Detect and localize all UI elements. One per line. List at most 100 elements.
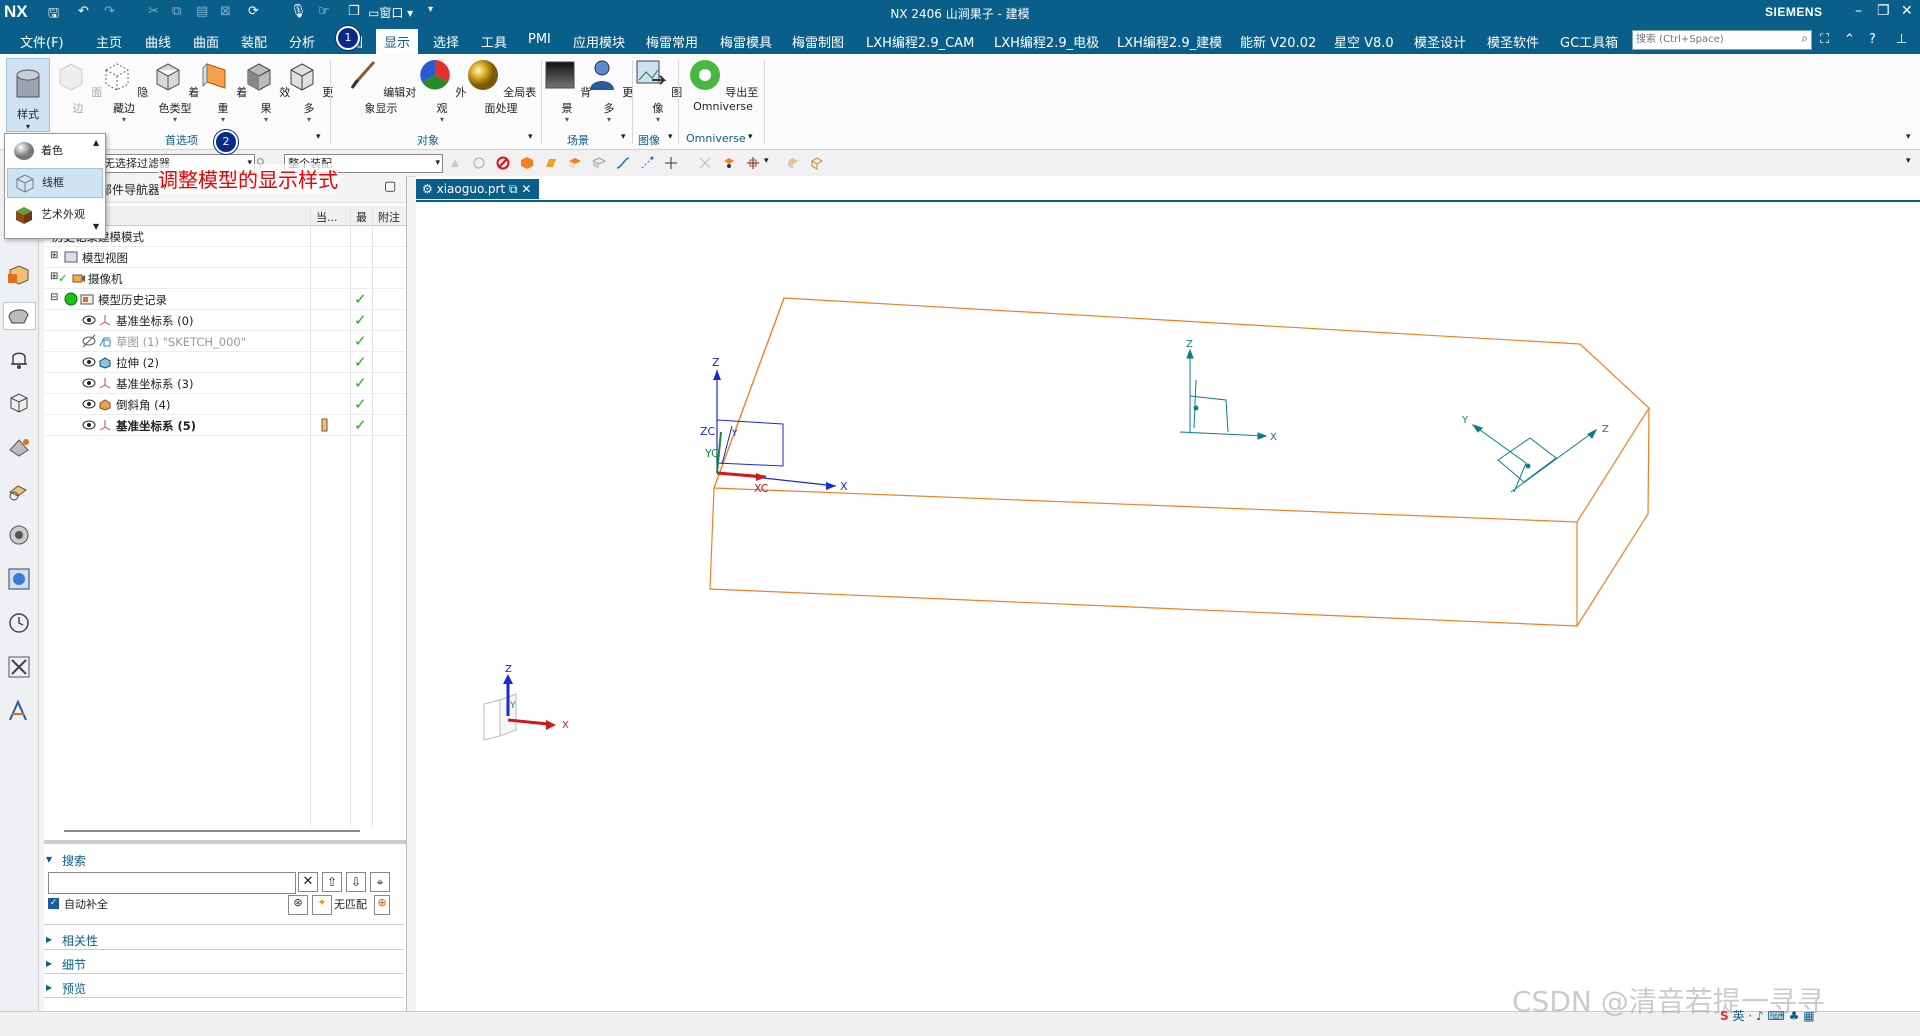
restore-icon[interactable]: ❐ [1877, 3, 1890, 19]
export-omniverse-button[interactable]: 导出至 Omniverse [686, 58, 760, 113]
help-icon[interactable]: ? [1869, 32, 1876, 47]
search-options-icon[interactable]: ⊛ [288, 895, 308, 915]
part-navigator-icon[interactable] [3, 302, 36, 330]
no-select-icon[interactable] [496, 156, 510, 170]
body-icon[interactable] [592, 156, 606, 170]
appearance-button[interactable]: 外观 ▾ [416, 58, 468, 124]
tree-row-chamfer-4[interactable]: 倒斜角 (4) ✓ [44, 394, 406, 415]
menu-nengxin[interactable]: 能新 V20.02 [1240, 32, 1316, 51]
switch-window-icon[interactable]: ❐ [348, 4, 360, 19]
style-option-artistic[interactable]: 艺术外观 [7, 201, 103, 229]
chevron-down-icon[interactable]: ▾ [764, 156, 778, 170]
selbar-options-icon[interactable]: ▾ [1906, 156, 1920, 170]
wireframe-block[interactable] [709, 297, 1650, 627]
command-search[interactable]: ⌕ [1632, 30, 1812, 50]
collapse-toggle-icon[interactable]: ⊟ [50, 292, 58, 303]
roles-tools-icon[interactable] [6, 654, 32, 680]
menu-tools[interactable]: 工具 [481, 32, 507, 51]
view-triad[interactable]: Z X Y [480, 660, 600, 780]
snap-icon[interactable] [472, 156, 486, 170]
ribbon-options-icon[interactable]: ▾ [1906, 132, 1911, 142]
pin-icon[interactable]: ⊥ [1896, 32, 1907, 47]
object-group-menu-icon[interactable]: ▾ [528, 132, 533, 142]
skin-icon[interactable]: ♣ [1789, 1009, 1800, 1023]
delete-icon[interactable]: ⊠ [220, 4, 231, 19]
menu-home[interactable]: 主页 [96, 32, 122, 51]
tree-row-model-views[interactable]: ⊞ 模型视图 [44, 247, 406, 268]
tree-row-sketch-1[interactable]: 草图 (1) "SKETCH_000" ✓ [44, 331, 406, 352]
menu-meilei-mold[interactable]: 梅雷模具 [720, 32, 772, 51]
menu-lxh-modeling[interactable]: LXH编程2.9_建模 [1117, 32, 1222, 51]
menu-gc-toolbox[interactable]: GC工具箱 [1560, 32, 1618, 51]
scroll-up-icon[interactable]: ▲ [93, 138, 99, 147]
menu-lxh-cam[interactable]: LXH编程2.9_CAM [866, 32, 974, 51]
hd3d-tools-icon[interactable] [6, 434, 32, 460]
tree-row-extrude-2[interactable]: 拉伸 (2) ✓ [44, 352, 406, 373]
model-canvas[interactable]: Z X Y XC ZC YC Z X Y Z [416, 202, 1920, 1011]
paste-icon[interactable]: ▤ [196, 4, 208, 19]
component-icon[interactable] [810, 156, 824, 170]
filter-star-icon[interactable]: ✦ [312, 895, 332, 915]
history-palette-icon[interactable] [6, 522, 32, 548]
toolbox-icon[interactable]: ▦ [1803, 1009, 1814, 1023]
ime-language[interactable]: 英 [1732, 1009, 1744, 1023]
column-latest[interactable]: 最 [356, 209, 367, 225]
menu-pmi[interactable]: PMI [528, 32, 551, 47]
menu-meilei-drafting[interactable]: 梅雷制图 [792, 32, 844, 51]
scene-group-menu-icon[interactable]: ▾ [621, 132, 626, 142]
expand-toggle-icon[interactable]: ⊞ [50, 250, 58, 261]
save-icon[interactable]: 🖫 [48, 4, 59, 26]
web-browser-icon[interactable] [6, 478, 32, 504]
auto-complete-checkbox[interactable]: ✓ [48, 898, 59, 909]
more-scene-button[interactable]: 更多 ▾ [583, 58, 635, 124]
menu-surface[interactable]: 曲面 [193, 32, 219, 51]
window-menu[interactable]: ▭窗口 ▾ [368, 4, 413, 21]
collapse-ribbon-icon[interactable]: ⌃ [1844, 32, 1855, 47]
find-next-icon[interactable]: ⇩ [346, 872, 366, 892]
style-option-shaded[interactable]: 着色 [7, 137, 103, 165]
part-cube-icon[interactable] [786, 156, 800, 170]
voice-input-icon[interactable]: ♪ [1756, 1009, 1764, 1023]
highlight-icon[interactable]: ⊕ [374, 895, 390, 915]
menu-select[interactable]: 选择 [433, 32, 459, 51]
preferences-group-menu-icon[interactable]: ▾ [316, 132, 321, 142]
menu-mosheng-design[interactable]: 模圣设计 [1414, 32, 1466, 51]
eye-icon[interactable] [82, 313, 96, 327]
menu-assembly[interactable]: 装配 [241, 32, 267, 51]
menu-lxh-electrode[interactable]: LXH编程2.9_电极 [994, 32, 1099, 51]
select-all-icon[interactable] [448, 156, 462, 170]
hidden-edge-button[interactable]: 隐藏边 ▾ [98, 58, 150, 124]
notification-bell-icon[interactable] [6, 346, 32, 372]
cut-icon[interactable]: ✂ [148, 4, 159, 19]
minimize-icon[interactable]: – [1855, 3, 1862, 19]
find-previous-icon[interactable]: ⇧ [322, 872, 342, 892]
edit-object-display-button[interactable]: 编辑对象显示 [341, 58, 421, 116]
snap-point-icon[interactable] [722, 156, 736, 170]
expand-icon[interactable]: ▸ [46, 956, 52, 970]
fullscreen-icon[interactable]: ⛶ [1820, 32, 1829, 47]
more-display-button[interactable]: 更多 ▾ [283, 58, 335, 124]
copy-icon[interactable]: ⧉ [172, 4, 181, 19]
menu-xingkong[interactable]: 星空 V8.0 [1334, 32, 1394, 51]
curve-icon[interactable] [616, 156, 630, 170]
omniverse-group-menu-icon[interactable]: ▾ [748, 132, 753, 142]
image-group-menu-icon[interactable]: ▾ [668, 132, 673, 142]
ime-logo-icon[interactable]: S [1720, 1009, 1729, 1023]
tree-row-datum-csys-0[interactable]: 基准坐标系 (0) ✓ [44, 310, 406, 331]
horizontal-scrollbar[interactable] [64, 830, 360, 832]
menu-curve[interactable]: 曲线 [145, 32, 171, 51]
system-materials-icon[interactable] [6, 566, 32, 592]
menu-mosheng-software[interactable]: 模圣软件 [1487, 32, 1539, 51]
repeat-command-icon[interactable]: ⟳ [248, 4, 259, 19]
reuse-library-icon[interactable] [6, 390, 32, 416]
menu-file[interactable]: 文件(F) [20, 32, 64, 51]
eye-icon[interactable] [82, 418, 96, 432]
face-icon[interactable] [544, 156, 558, 170]
menu-display[interactable]: 显示 [376, 29, 419, 54]
undo-icon[interactable]: ↶ [78, 4, 89, 19]
keyboard-icon[interactable]: ⌨ [1767, 1009, 1784, 1023]
search-collapse-icon[interactable]: ▾ [46, 852, 52, 866]
column-current[interactable]: 当... [316, 209, 338, 225]
global-surface-button[interactable]: 全局表面处理 [462, 58, 540, 116]
punctuation-icon[interactable]: · [1748, 1009, 1752, 1023]
